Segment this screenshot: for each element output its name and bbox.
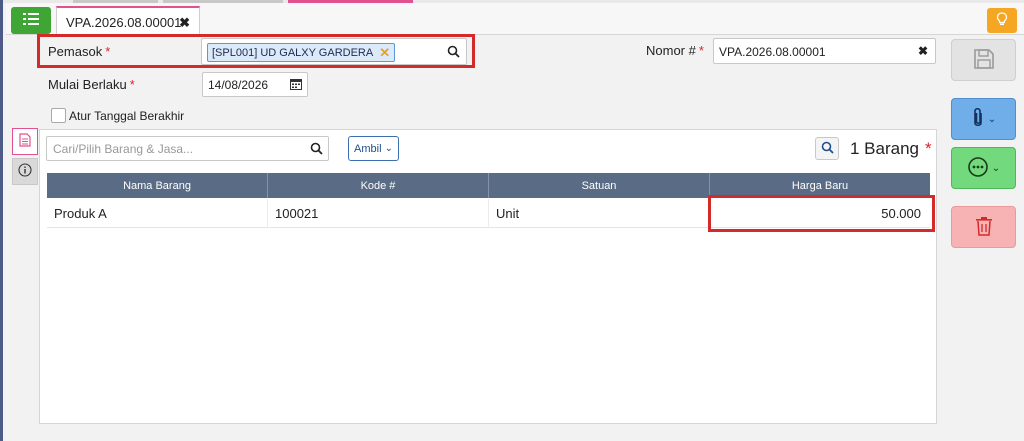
menu-button[interactable] <box>11 7 51 34</box>
chevron-down-icon: ⌄ <box>991 162 1001 174</box>
supplier-tag: [SPL001] UD GALXY GARDERA ✕ <box>207 43 396 62</box>
number-value: VPA.2026.08.00001 <box>719 45 826 59</box>
tab-info[interactable] <box>12 158 38 185</box>
take-button[interactable]: Ambil ⌄ <box>348 136 399 161</box>
trash-icon <box>975 216 993 239</box>
tab-bar: VPA.2026.08.00001 ✖ <box>6 3 1024 36</box>
cell-name[interactable]: Produk A <box>47 199 268 227</box>
remove-tag-icon[interactable]: ✕ <box>379 45 390 61</box>
end-date-label: Atur Tanggal Berakhir <box>69 109 185 123</box>
more-icon <box>967 156 989 181</box>
save-button[interactable] <box>951 39 1016 81</box>
document-icon <box>19 133 31 150</box>
item-count: 1 Barang * <box>850 139 932 158</box>
save-icon <box>973 48 995 73</box>
list-icon <box>23 12 39 29</box>
close-icon[interactable]: ✖ <box>179 15 190 31</box>
search-icon[interactable] <box>447 45 460 61</box>
cell-unit[interactable]: Unit <box>489 199 710 227</box>
tab-label: VPA.2026.08.00001 <box>66 14 182 30</box>
search-icon[interactable] <box>310 142 323 158</box>
start-date-label: Mulai Berlaku * <box>48 77 135 92</box>
cell-code[interactable]: 100021 <box>268 199 489 227</box>
start-date-field[interactable]: 14/08/2026 <box>202 72 308 97</box>
paperclip-icon <box>971 107 985 132</box>
chevron-down-icon: ⌄ <box>987 113 997 125</box>
start-date-value: 14/08/2026 <box>208 78 269 92</box>
lightbulb-icon <box>996 12 1008 29</box>
end-date-checkbox[interactable] <box>51 108 66 123</box>
tab-details[interactable] <box>12 128 38 155</box>
attach-button[interactable]: ⌄ <box>951 98 1016 140</box>
clear-icon[interactable]: ✖ <box>918 44 928 58</box>
supplier-field[interactable]: [SPL001] UD GALXY GARDERA ✕ <box>201 38 467 65</box>
info-icon <box>18 163 32 180</box>
item-search-input[interactable]: Cari/Pilih Barang & Jasa... <box>46 136 329 161</box>
supplier-tag-label: [SPL001] UD GALXY GARDERA <box>212 46 374 59</box>
items-panel: Cari/Pilih Barang & Jasa... Ambil ⌄ 1 Ba… <box>39 129 937 424</box>
column-header[interactable]: Nama Barang <box>47 173 268 198</box>
supplier-label: Pemasok * <box>48 44 111 59</box>
tab-document[interactable]: VPA.2026.08.00001 ✖ <box>56 6 200 36</box>
delete-button[interactable] <box>951 206 1016 248</box>
highlight-price <box>708 195 935 232</box>
take-button-label: Ambil <box>354 142 382 155</box>
search-icon <box>821 141 834 157</box>
column-header[interactable]: Kode # <box>268 173 489 198</box>
item-search-placeholder: Cari/Pilih Barang & Jasa... <box>53 142 194 156</box>
number-field[interactable]: VPA.2026.08.00001 ✖ <box>713 38 936 64</box>
hint-button[interactable] <box>987 8 1017 33</box>
number-label: Nomor # * <box>646 43 704 58</box>
calendar-icon[interactable] <box>290 78 302 93</box>
app-window: VPA.2026.08.00001 ✖ Pemasok * [SPL001] UD… <box>0 0 1024 441</box>
chevron-down-icon: ⌄ <box>384 143 393 154</box>
find-button[interactable] <box>815 137 839 160</box>
more-button[interactable]: ⌄ <box>951 147 1016 189</box>
column-header[interactable]: Satuan <box>489 173 710 198</box>
